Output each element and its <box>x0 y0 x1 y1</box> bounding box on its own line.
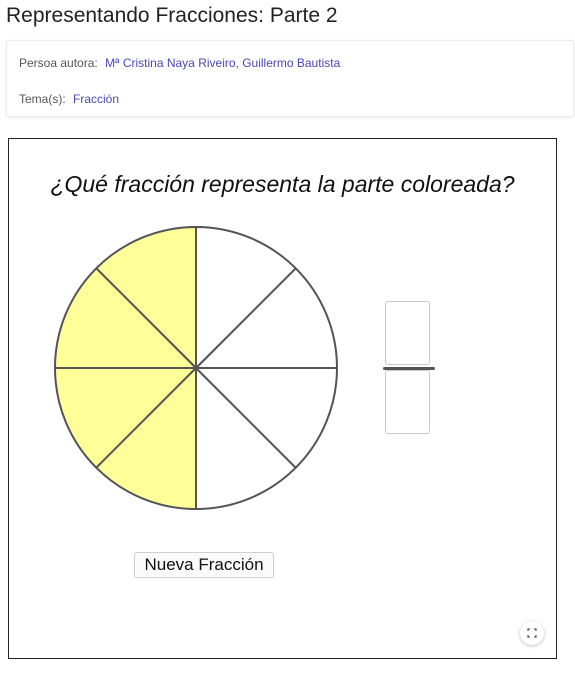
numerator-input[interactable] <box>385 301 430 365</box>
fullscreen-button[interactable] <box>520 621 544 645</box>
author-row: Persoa autora: Mª Cristina Naya Riveiro,… <box>19 56 340 70</box>
expand-icon <box>527 628 537 638</box>
author-label: Persoa autora: <box>19 56 98 70</box>
fraction-circle <box>54 226 338 510</box>
author-link[interactable]: Mª Cristina Naya Riveiro, Guillermo Baut… <box>105 56 340 70</box>
new-fraction-button[interactable]: Nueva Fracción <box>134 552 274 578</box>
denominator-input[interactable] <box>385 370 430 434</box>
page-title: Representando Fracciones: Parte 2 <box>6 4 338 27</box>
topic-link[interactable]: Fracción <box>73 92 119 106</box>
info-card: Persoa autora: Mª Cristina Naya Riveiro,… <box>6 40 574 117</box>
topic-label: Tema(s): <box>19 92 66 106</box>
geogebra-applet: ¿Qué fracción representa la parte colore… <box>8 138 557 659</box>
topic-row: Tema(s): Fracción <box>19 92 119 106</box>
